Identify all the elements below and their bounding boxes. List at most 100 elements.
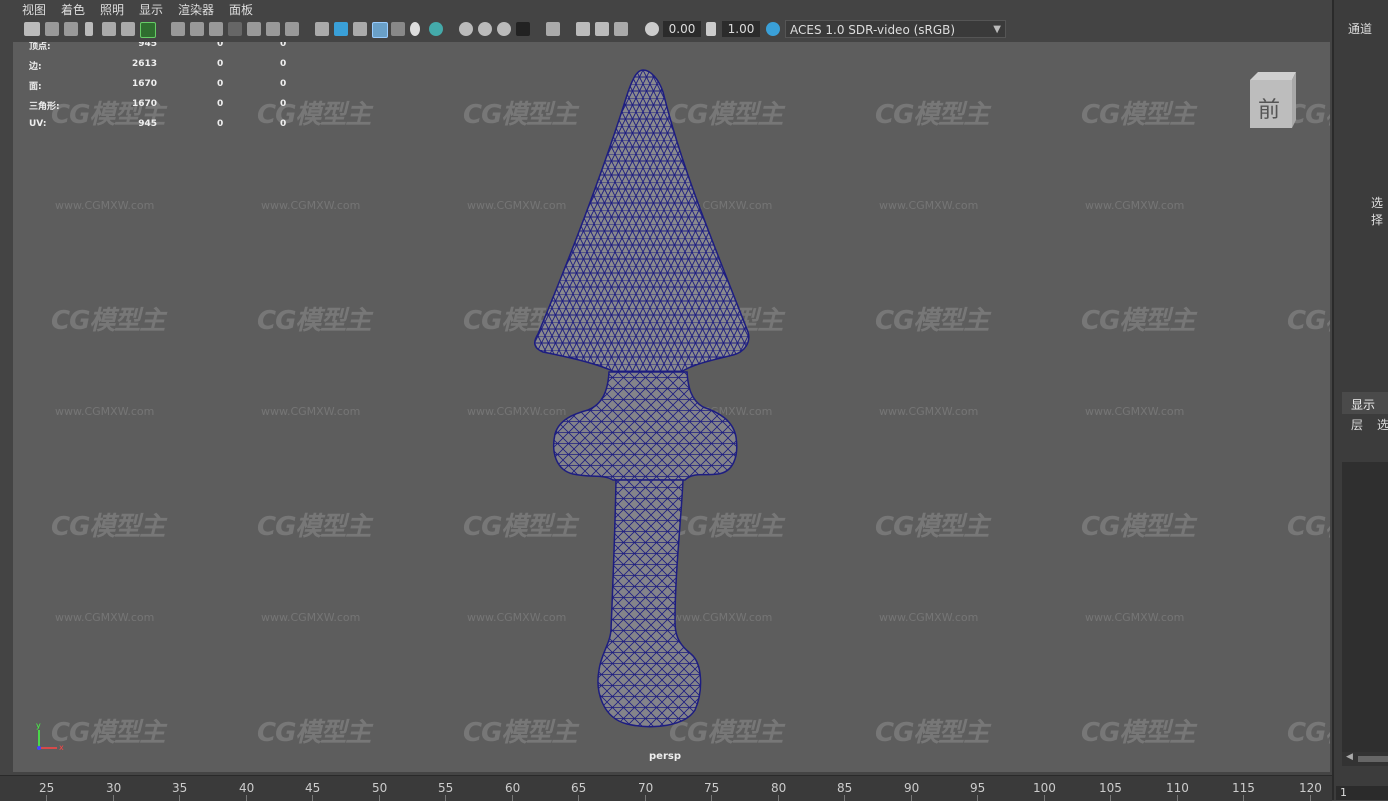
time-tick-label: 110	[1166, 781, 1189, 795]
mesh-guard	[552, 371, 738, 481]
gate-mask-icon[interactable]	[228, 22, 242, 36]
options-menu[interactable]: 选	[1377, 416, 1388, 433]
layers-menu[interactable]: 层	[1351, 416, 1363, 433]
time-tick	[1177, 795, 1178, 801]
camera-name-label: persp	[649, 751, 681, 762]
smooth-shade-icon[interactable]	[334, 22, 348, 36]
default-material-icon[interactable]	[353, 22, 367, 36]
backface-culling-icon[interactable]	[614, 22, 628, 36]
chevron-down-icon: ▼	[993, 24, 1001, 35]
time-tick	[977, 795, 978, 801]
exposure-icon[interactable]	[645, 22, 659, 36]
scrollbar-thumb[interactable]	[1358, 756, 1388, 762]
gamma-icon[interactable]	[706, 22, 716, 36]
time-tick	[1044, 795, 1045, 801]
time-tick	[844, 795, 845, 801]
time-tick-label: 35	[172, 781, 188, 795]
time-tick	[1310, 795, 1311, 801]
hud-value: 0	[217, 119, 224, 129]
resolution-gate-icon[interactable]	[209, 22, 223, 36]
select-menu[interactable]: 选择	[1371, 194, 1388, 228]
time-tick	[113, 795, 114, 801]
time-slider[interactable]: 25 30 35 40 45 50 55 60 65 70 75 80 85 9…	[0, 775, 1332, 801]
grease-pencil-icon[interactable]	[140, 22, 156, 38]
time-tick-label: 105	[1099, 781, 1122, 795]
hud-value: 0	[280, 99, 287, 109]
spearhead-mesh[interactable]	[13, 42, 1330, 772]
time-tick-label: 50	[372, 781, 388, 795]
time-tick	[46, 795, 47, 801]
time-tick	[711, 795, 712, 801]
safe-title-icon[interactable]	[285, 22, 299, 36]
screen-space-ao-icon[interactable]	[459, 22, 473, 36]
film-gate-icon[interactable]	[190, 22, 204, 36]
viewcube[interactable]: 前	[1246, 70, 1296, 128]
motion-blur-icon[interactable]	[478, 22, 492, 36]
shadows-icon[interactable]	[429, 22, 443, 36]
time-tick-label: 70	[638, 781, 654, 795]
menu-shading[interactable]: 着色	[61, 1, 85, 18]
panel-menubar: 视图 着色 照明 显示 渲染器 面板	[0, 0, 1332, 18]
xray-joints-icon[interactable]	[595, 22, 609, 36]
image-plane-icon[interactable]	[102, 22, 116, 36]
time-tick-label: 120	[1299, 781, 1322, 795]
panel-toolbar: 0.00 1.00 ACES 1.0 SDR-video (sRGB) ▼	[0, 18, 1332, 42]
hud-label: 顶点:	[29, 42, 51, 52]
wireframe-icon[interactable]	[315, 22, 329, 36]
isolate-select-icon[interactable]	[546, 22, 560, 36]
hud-value: 0	[217, 42, 224, 49]
anti-aliasing-icon[interactable]	[497, 22, 511, 36]
exposure-field[interactable]: 0.00	[663, 21, 701, 37]
time-tick-label: 115	[1232, 781, 1255, 795]
lights-icon[interactable]	[410, 22, 420, 36]
time-tick-label: 60	[505, 781, 521, 795]
time-tick-label: 25	[39, 781, 55, 795]
layer-list[interactable]	[1342, 462, 1388, 752]
perspective-viewport[interactable]: CG模型主 CG模型主 CG模型主 CG模型主 CG模型主 CG模型主 CG模型…	[13, 42, 1330, 772]
time-tick	[246, 795, 247, 801]
grid-icon[interactable]	[171, 22, 185, 36]
hud-value: 1670	[131, 79, 157, 89]
depth-of-field-icon[interactable]	[516, 22, 530, 36]
gamma-field[interactable]: 1.00	[722, 21, 760, 37]
wireframe-on-shaded-icon[interactable]	[372, 22, 388, 38]
select-camera-icon[interactable]	[24, 22, 40, 36]
hud-value: 0	[280, 59, 287, 69]
current-frame-field[interactable]: 1	[1336, 786, 1388, 800]
bookmark-camera-icon[interactable]	[64, 22, 78, 36]
mesh-handle	[597, 479, 702, 728]
hud-value: 1670	[131, 99, 157, 109]
axis-x-label: x	[59, 743, 64, 752]
field-chart-icon[interactable]	[247, 22, 261, 36]
bookmark-icon[interactable]	[85, 22, 93, 36]
channel-box-panel: 通道 选择 显示 层 选 ◀ 1	[1332, 0, 1388, 800]
2d-pan-zoom-icon[interactable]	[121, 22, 135, 36]
chevron-left-icon[interactable]: ◀	[1346, 752, 1353, 762]
menu-lighting[interactable]: 照明	[100, 1, 124, 18]
menu-show[interactable]: 显示	[139, 1, 163, 18]
horizontal-scrollbar[interactable]: ◀	[1342, 752, 1388, 766]
time-tick-label: 100	[1033, 781, 1056, 795]
channels-menu[interactable]: 通道	[1348, 20, 1372, 37]
hud-value: 0	[217, 79, 224, 89]
camera-attributes-icon[interactable]	[45, 22, 59, 36]
time-tick	[645, 795, 646, 801]
time-tick	[379, 795, 380, 801]
tab-display[interactable]: 显示	[1342, 392, 1388, 414]
hud-value: 945	[138, 119, 157, 129]
menu-view[interactable]: 视图	[22, 1, 46, 18]
xray-icon[interactable]	[576, 22, 590, 36]
hud-value: 0	[217, 99, 224, 109]
hud-label: UV:	[29, 119, 47, 129]
time-tick-label: 55	[438, 781, 454, 795]
color-management-select[interactable]: ACES 1.0 SDR-video (sRGB) ▼	[785, 20, 1006, 38]
textured-icon[interactable]	[391, 22, 405, 36]
menu-panels[interactable]: 面板	[229, 1, 253, 18]
menu-renderer[interactable]: 渲染器	[178, 1, 214, 18]
color-management-icon[interactable]	[766, 22, 780, 36]
safe-action-icon[interactable]	[266, 22, 280, 36]
tab-display-label: 显示	[1351, 398, 1376, 412]
color-management-value: ACES 1.0 SDR-video (sRGB)	[790, 23, 956, 37]
time-tick	[1243, 795, 1244, 801]
time-tick-label: 65	[571, 781, 587, 795]
